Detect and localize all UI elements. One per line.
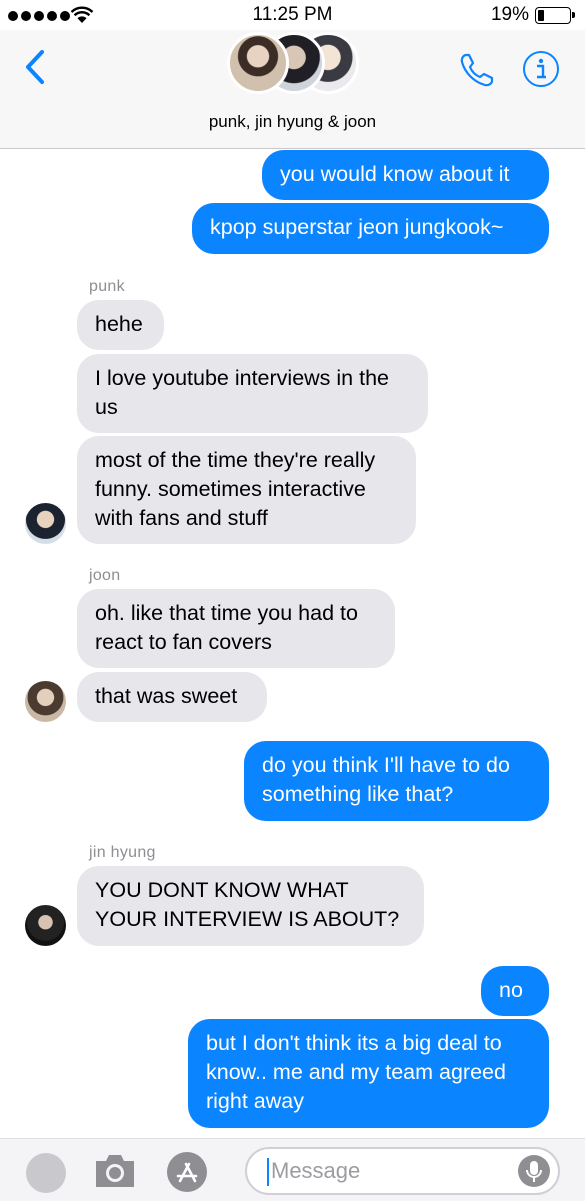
message-bubble-outgoing[interactable]: no xyxy=(481,966,549,1016)
status-bar: 11:25 PM 19% xyxy=(0,0,585,30)
camera-icon[interactable] xyxy=(92,1151,138,1191)
message-line: with fans and stuff xyxy=(95,506,268,530)
message-line: do you think I'll have to do xyxy=(262,753,510,777)
message-bubble-outgoing[interactable]: you would know about it xyxy=(262,150,549,200)
group-name[interactable]: punk, jin hyung & joon xyxy=(0,112,585,132)
phone-icon[interactable] xyxy=(457,50,497,90)
app-store-icon[interactable] xyxy=(166,1151,208,1193)
avatar-joon[interactable] xyxy=(25,681,66,722)
avatar-jin-hyung[interactable] xyxy=(25,905,66,946)
message-bubble-incoming[interactable]: hehe xyxy=(77,300,164,350)
message-bubble-incoming[interactable]: YOU DONT KNOW WHAT YOUR INTERVIEW IS ABO… xyxy=(77,866,424,946)
message-bubble-outgoing[interactable]: but I don't think its a big deal to know… xyxy=(188,1019,549,1128)
compose-bar xyxy=(0,1138,585,1201)
sender-name: jin hyung xyxy=(89,844,156,861)
sender-name: joon xyxy=(89,567,121,584)
chevron-left-icon[interactable] xyxy=(20,47,50,87)
battery-icon xyxy=(535,7,575,24)
apps-button[interactable] xyxy=(26,1153,66,1193)
conversation-header: punk, jin hyung & joon xyxy=(0,30,585,149)
message-bubble-outgoing[interactable]: kpop superstar jeon jungkook~ xyxy=(192,203,549,254)
message-bubble-incoming[interactable]: that was sweet xyxy=(77,672,267,722)
message-line: know.. me and my team agreed xyxy=(206,1060,506,1084)
message-input-container[interactable] xyxy=(245,1147,560,1195)
message-line: us xyxy=(95,395,118,419)
microphone-icon[interactable] xyxy=(518,1155,550,1187)
message-line: I love youtube interviews in the xyxy=(95,366,389,390)
battery-percent: 19% xyxy=(490,4,529,25)
message-line: YOU DONT KNOW WHAT xyxy=(95,878,349,902)
avatar xyxy=(227,32,289,94)
message-line: YOUR INTERVIEW IS ABOUT? xyxy=(95,907,400,931)
message-bubble-incoming[interactable]: oh. like that time you had to react to f… xyxy=(77,589,395,668)
message-line: oh. like that time you had to xyxy=(95,601,358,625)
text-caret xyxy=(267,1158,269,1186)
message-bubble-outgoing[interactable]: do you think I'll have to do something l… xyxy=(244,741,549,821)
message-line: but I don't think its a big deal to xyxy=(206,1031,502,1055)
message-bubble-incoming[interactable]: I love youtube interviews in the us xyxy=(77,354,428,433)
avatar-punk[interactable] xyxy=(25,503,66,544)
message-line: most of the time they're really xyxy=(95,448,376,472)
message-input[interactable] xyxy=(271,1157,501,1185)
message-line: funny. sometimes interactive xyxy=(95,477,366,501)
group-avatars[interactable] xyxy=(227,32,367,98)
info-icon[interactable] xyxy=(522,50,560,88)
message-line: right away xyxy=(206,1089,304,1113)
message-line: react to fan covers xyxy=(95,630,272,654)
message-bubble-incoming[interactable]: most of the time they're really funny. s… xyxy=(77,436,416,544)
message-line: something like that? xyxy=(262,782,454,806)
sender-name: punk xyxy=(89,278,125,295)
